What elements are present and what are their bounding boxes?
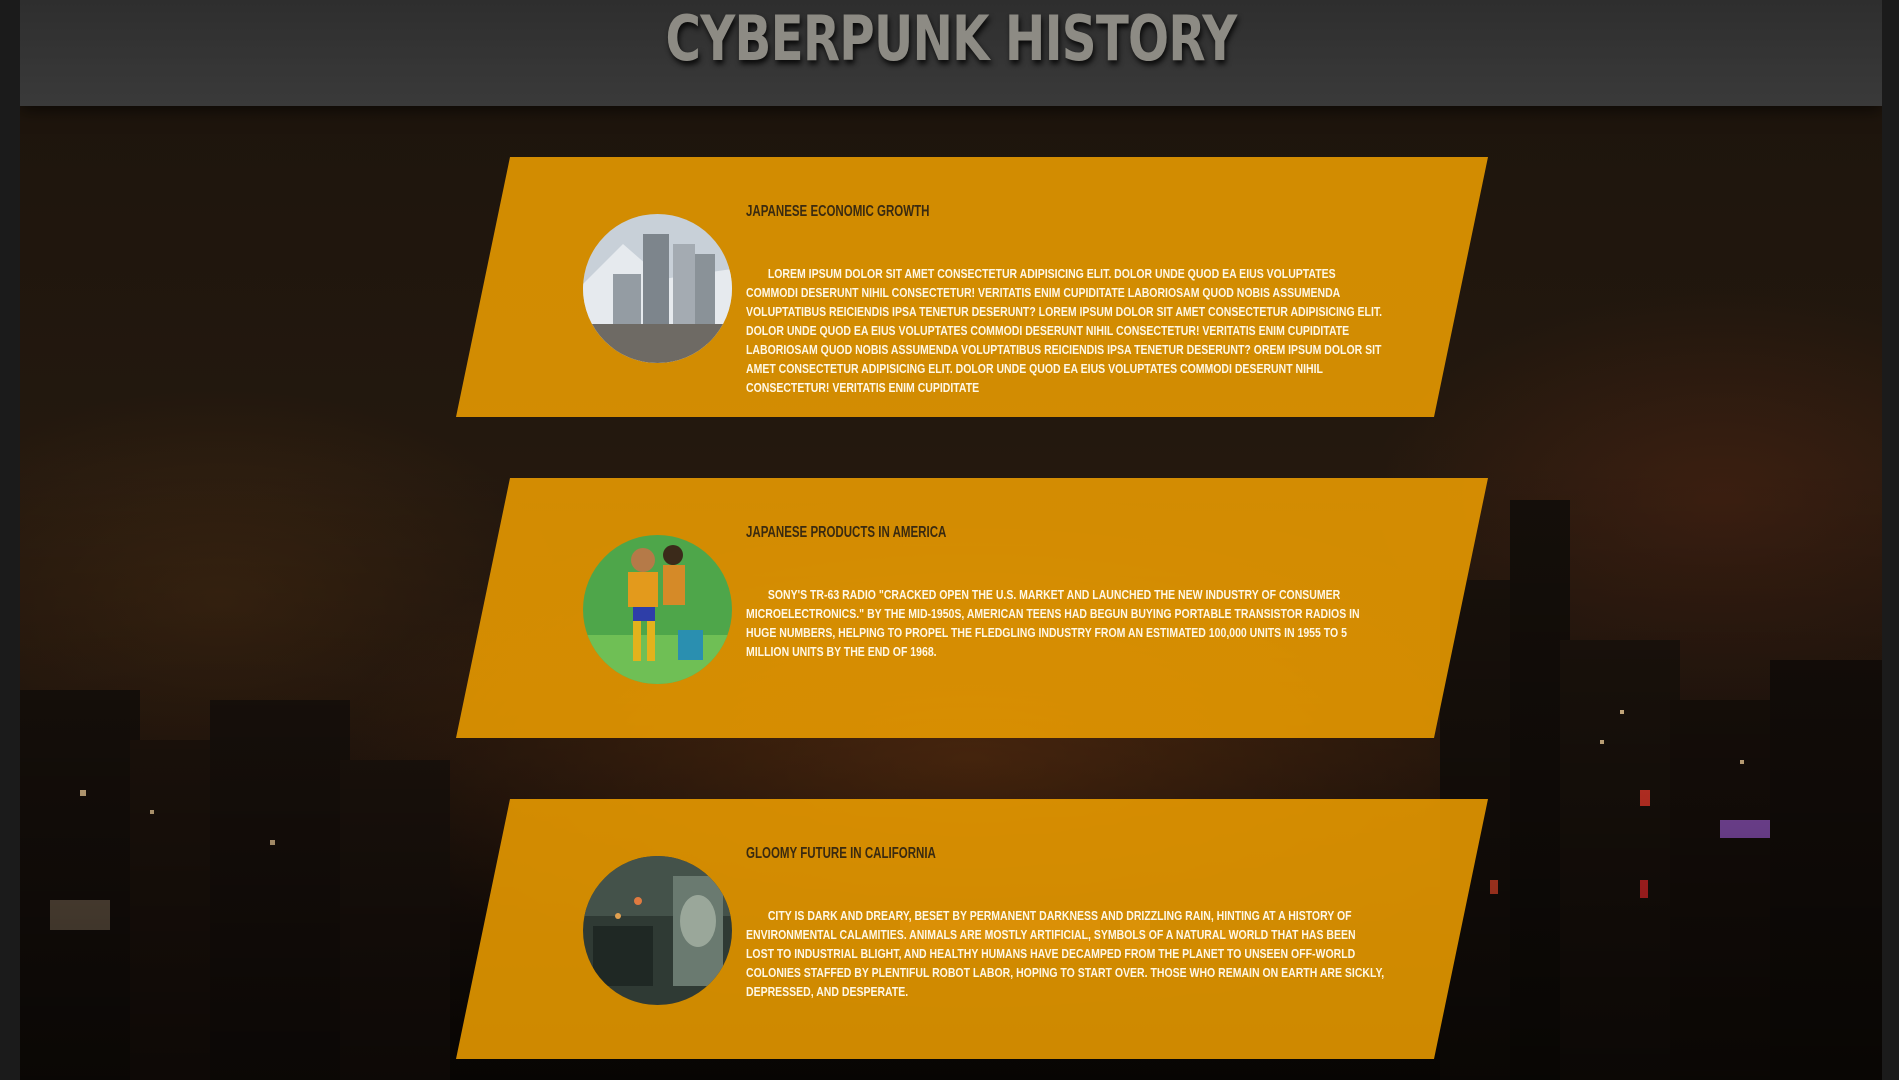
page-header: CYBERPUNK HISTORY xyxy=(20,0,1882,106)
card-title: JAPANESE PRODUCTS IN AMERICA xyxy=(746,524,947,541)
history-card: JAPANESE ECONOMIC GROWTH Lorem ipsum dol… xyxy=(456,157,1488,417)
page-title: CYBERPUNK HISTORY xyxy=(665,2,1238,75)
history-card: JAPANESE PRODUCTS IN AMERICA Sony's TR-6… xyxy=(456,478,1488,738)
tokyo-skyline-photo-icon xyxy=(583,214,732,363)
page-frame: CYBERPUNK HISTORY JAPANESE ECONOMIC GROW… xyxy=(20,0,1882,1080)
card-title: JAPANESE ECONOMIC GROWTH xyxy=(746,203,930,220)
card-title: GLOOMY FUTURE IN CALIFORNIA xyxy=(746,845,936,862)
card-text: Lorem ipsum dolor sit amet consectetur a… xyxy=(746,267,1383,395)
history-card: GLOOMY FUTURE IN CALIFORNIA City is dark… xyxy=(456,799,1488,1059)
card-text: Sony's TR-63 radio "cracked open the U.S… xyxy=(746,588,1360,659)
card-text: City is dark and dreary, beset by perman… xyxy=(746,909,1385,999)
roller-skater-radio-photo-icon xyxy=(583,535,732,684)
blade-runner-city-photo-icon xyxy=(583,856,732,1005)
